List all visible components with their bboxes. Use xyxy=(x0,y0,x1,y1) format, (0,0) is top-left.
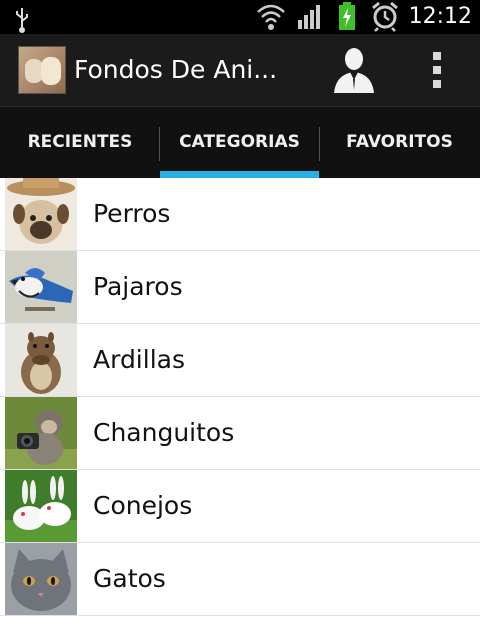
category-list: Perros Pajaros Ardillas Changuitos Conej… xyxy=(0,178,480,616)
clock: 12:12 xyxy=(408,4,472,29)
usb-icon xyxy=(16,8,28,33)
cat-thumbnail xyxy=(5,543,77,615)
tab-bar: RECIENTES CATEGORIAS FAVORITOS xyxy=(0,106,480,179)
profile-icon[interactable] xyxy=(332,46,376,94)
battery-charging-icon xyxy=(339,2,355,30)
list-item-ardillas[interactable]: Ardillas xyxy=(0,324,480,397)
category-label: Perros xyxy=(93,199,171,228)
list-item-perros[interactable]: Perros xyxy=(0,178,480,251)
bird-thumbnail xyxy=(5,251,77,323)
list-item-changuitos[interactable]: Changuitos xyxy=(0,397,480,470)
category-label: Conejos xyxy=(93,491,193,520)
overflow-menu-icon[interactable] xyxy=(428,52,446,88)
category-label: Pajaros xyxy=(93,272,183,301)
action-bar: Fondos De Ani... xyxy=(0,34,480,106)
category-label: Changuitos xyxy=(93,418,235,447)
squirrel-thumbnail xyxy=(5,324,77,396)
dog-thumbnail xyxy=(5,178,77,250)
tab-recientes[interactable]: RECIENTES xyxy=(0,107,160,179)
list-item-gatos[interactable]: Gatos xyxy=(0,543,480,616)
list-item-pajaros[interactable]: Pajaros xyxy=(0,251,480,324)
wifi-icon xyxy=(257,4,285,30)
app-logo-icon[interactable] xyxy=(18,46,66,94)
monkey-thumbnail xyxy=(5,397,77,469)
tab-favoritos[interactable]: FAVORITOS xyxy=(319,107,480,179)
app-title: Fondos De Ani... xyxy=(74,55,278,84)
alarm-icon xyxy=(372,1,398,32)
list-item-conejos[interactable]: Conejos xyxy=(0,470,480,543)
rabbit-thumbnail xyxy=(5,470,77,542)
category-label: Gatos xyxy=(93,564,166,593)
tab-categorias[interactable]: CATEGORIAS xyxy=(160,107,319,179)
status-bar: 12:12 xyxy=(0,0,480,34)
signal-icon xyxy=(298,5,320,29)
category-label: Ardillas xyxy=(93,345,185,374)
